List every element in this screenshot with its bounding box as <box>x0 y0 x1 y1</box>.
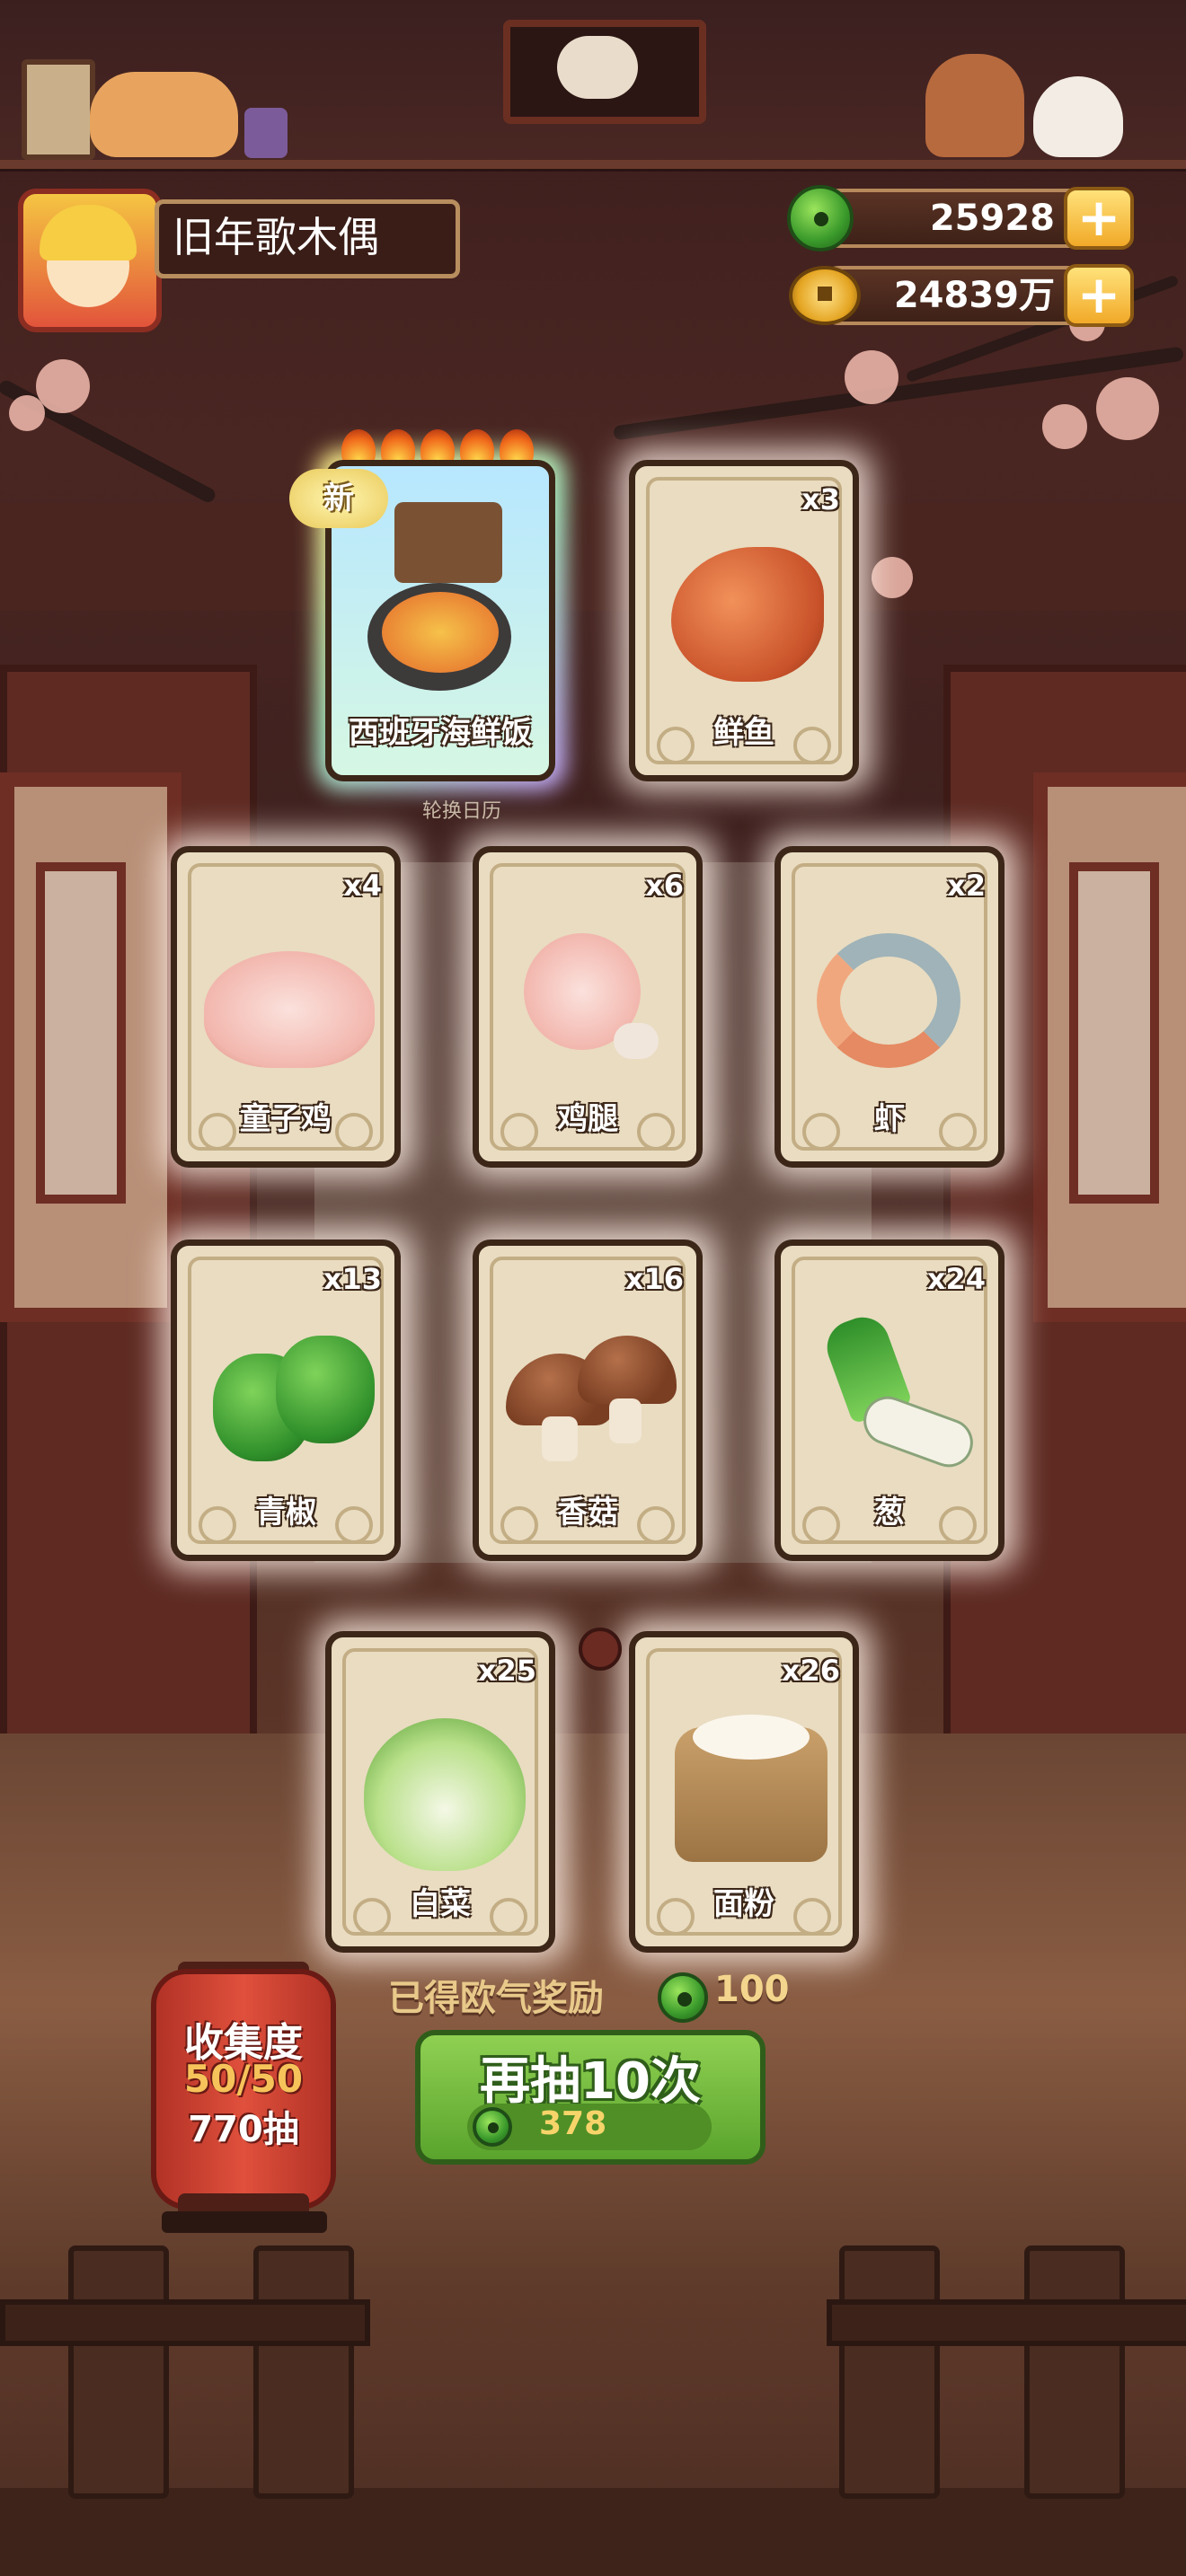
reward-label: 已得欧气奖励 <box>388 1978 604 2019</box>
left-window-inner <box>36 862 126 1204</box>
jade-icon <box>787 185 854 251</box>
mushroom-stem <box>609 1398 642 1443</box>
card-scallion[interactable]: x24 葱 <box>774 1239 1005 1561</box>
fence-post <box>253 2245 354 2499</box>
blossom-decoration <box>872 557 913 598</box>
add-jade-button[interactable]: + <box>1064 187 1134 250</box>
featured-card-name: 西班牙海鲜饭 <box>349 715 532 751</box>
ground-bar <box>0 2488 1186 2576</box>
card-name: 葱 <box>874 1495 905 1531</box>
rotation-calendar-label: 轮换日历 <box>422 800 502 823</box>
card-drumstick[interactable]: x6 鸡腿 <box>473 846 703 1168</box>
card-count: x26 <box>781 1654 840 1688</box>
fence-rail <box>827 2299 1186 2346</box>
card-count: x25 <box>477 1654 536 1688</box>
fence-post <box>68 2245 169 2499</box>
player-name: 旧年歌木偶 <box>173 213 379 261</box>
card-name: 虾 <box>874 1101 905 1137</box>
card-mushroom[interactable]: x16 香菇 <box>473 1239 703 1561</box>
blossom-decoration <box>36 359 90 413</box>
card-count: x16 <box>624 1262 684 1296</box>
jade-icon <box>658 1972 708 2023</box>
card-chicken[interactable]: x4 童子鸡 <box>171 846 401 1168</box>
collection-draws: 770抽 <box>188 2109 299 2150</box>
card-pepper[interactable]: x13 青椒 <box>171 1239 401 1561</box>
center-knob-icon <box>579 1628 622 1671</box>
card-name: 白菜 <box>410 1886 471 1922</box>
flour-icon <box>693 1715 810 1760</box>
pepper-icon <box>276 1336 375 1443</box>
card-name: 童子鸡 <box>240 1101 332 1137</box>
draw-10-label: 再抽10次 <box>480 2052 701 2111</box>
draw-cost: 378 <box>539 2105 607 2142</box>
paella-icon <box>382 592 499 673</box>
card-count: x4 <box>343 869 382 903</box>
lantern-stand <box>162 2211 327 2233</box>
card-name: 鸡腿 <box>557 1101 618 1137</box>
sleeping-cat-decoration <box>90 72 238 157</box>
blossom-decoration <box>845 350 898 404</box>
branch-decoration <box>613 346 1184 441</box>
ghost-cat-decoration <box>1033 76 1123 157</box>
card-name: 香菇 <box>557 1495 618 1531</box>
blossom-decoration <box>1096 377 1159 440</box>
card-flour[interactable]: x26 面粉 <box>629 1631 859 1953</box>
shrimp-icon <box>817 933 960 1068</box>
card-fish[interactable]: x3 鲜鱼 <box>629 460 859 781</box>
jade-icon <box>473 2107 512 2147</box>
blossom-decoration <box>1042 404 1087 449</box>
add-coin-button[interactable]: + <box>1064 264 1134 327</box>
card-count: x24 <box>926 1262 986 1296</box>
wall-beam <box>0 503 1186 611</box>
blossom-decoration <box>9 395 45 431</box>
reward-value: 100 <box>714 1969 790 2010</box>
shelf-edge <box>0 160 1186 169</box>
fence-post <box>1024 2245 1125 2499</box>
card-count: x3 <box>801 482 840 516</box>
bone-icon <box>614 1023 659 1059</box>
fence-post <box>839 2245 940 2499</box>
coin-icon <box>789 266 861 325</box>
card-name: 面粉 <box>713 1886 774 1922</box>
right-window-inner <box>1069 862 1159 1204</box>
collection-progress: 50/50 <box>183 2057 304 2101</box>
jar-decoration <box>244 108 288 158</box>
sign-board-icon <box>394 502 502 583</box>
card-cabbage[interactable]: x25 白菜 <box>325 1631 555 1953</box>
card-count: x13 <box>323 1262 382 1296</box>
card-count: x6 <box>645 869 684 903</box>
portrait-face-decoration <box>557 36 638 99</box>
wall-scroll-decoration <box>22 59 95 160</box>
doll-decoration <box>925 54 1024 157</box>
card-shrimp[interactable]: x2 虾 <box>774 846 1005 1168</box>
cabbage-icon <box>364 1718 526 1871</box>
card-name: 青椒 <box>255 1495 316 1531</box>
card-count: x2 <box>947 869 986 903</box>
card-name: 鲜鱼 <box>713 715 774 751</box>
mushroom-stem <box>542 1416 578 1461</box>
fence-rail <box>0 2299 370 2346</box>
new-badge: 新 <box>289 469 388 528</box>
chicken-icon <box>204 951 375 1068</box>
